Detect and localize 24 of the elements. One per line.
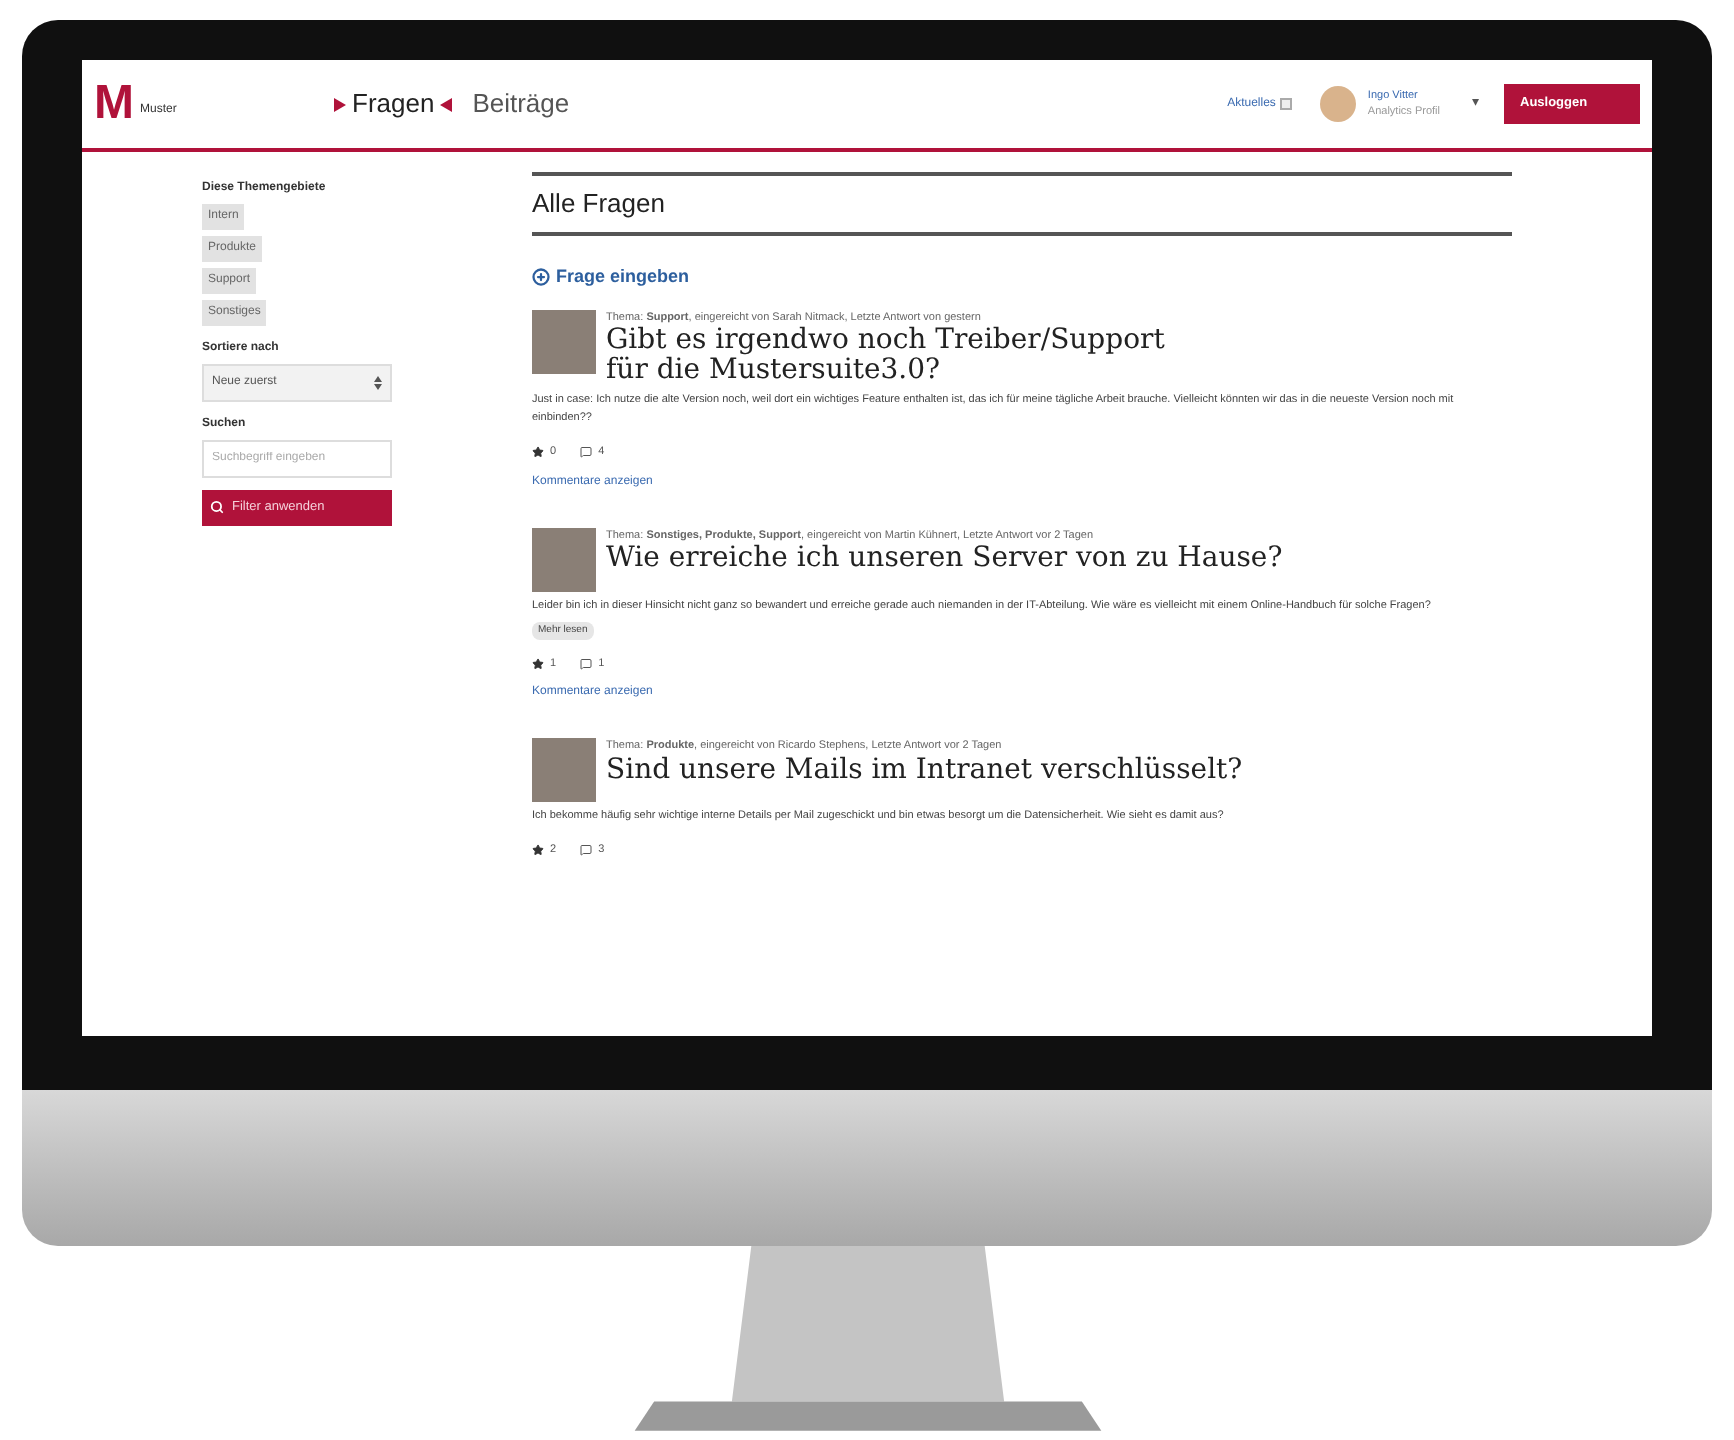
photo-placeholder <box>532 527 596 591</box>
avatar-icon[interactable] <box>1319 86 1356 122</box>
checkbox-icon <box>1279 98 1292 110</box>
new-question-link[interactable]: Frage eingeben <box>532 263 690 290</box>
question-title[interactable]: Gibt es irgendwo noch Treiber/Support für die Mustersuite3.0? <box>606 326 1186 387</box>
logo-letter[interactable]: M <box>94 80 134 128</box>
photo-placeholder <box>532 310 596 374</box>
star-icon <box>532 446 544 459</box>
search-icon <box>210 500 224 515</box>
question-title[interactable]: Wie erreiche ich unseren Server von zu Hause? <box>606 543 1283 574</box>
comment-icon <box>580 658 593 671</box>
page-heading: Alle Fragen <box>532 186 667 222</box>
triangle-icon <box>334 97 346 111</box>
question-title[interactable]: Sind unsere Mails im Intranet verschlüsselt? <box>606 755 1243 785</box>
comment-icon <box>580 446 593 459</box>
nav-tab[interactable]: Fragen <box>334 84 453 124</box>
triangle-icon <box>440 97 453 111</box>
comment-icon <box>580 844 593 857</box>
star-icon <box>532 844 544 857</box>
photo-placeholder <box>532 738 596 803</box>
up-down-icon <box>374 376 382 390</box>
nav-tab[interactable]: Beiträge <box>472 84 570 124</box>
star-icon <box>532 658 544 671</box>
plus-icon <box>532 267 550 286</box>
